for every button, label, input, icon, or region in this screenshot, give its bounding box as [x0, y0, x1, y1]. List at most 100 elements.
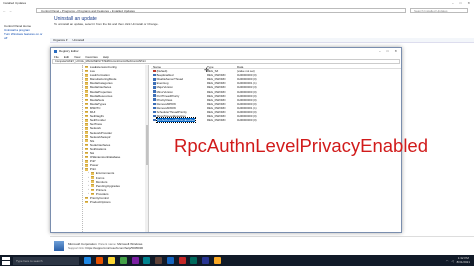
string-value-icon — [153, 69, 156, 73]
folder-icon — [91, 188, 95, 192]
menu-view[interactable]: View — [74, 55, 80, 59]
value-row[interactable]: RpcAuthnLevelPrivacyEnabled REG_DWORD 0x00… — [151, 117, 401, 124]
folder-icon — [85, 127, 89, 130]
back-icon[interactable]: ← — [3, 9, 6, 13]
dword-value-icon — [153, 94, 156, 97]
address-bar: ← → Control Panel › Programs › Programs … — [0, 7, 474, 14]
folder-icon — [85, 98, 89, 102]
column-data[interactable]: Data — [237, 65, 297, 69]
regedit-minimize-icon[interactable]: – — [379, 49, 381, 53]
dword-value-icon — [153, 98, 156, 101]
forward-icon[interactable]: → — [9, 9, 12, 13]
menu-file[interactable]: File — [54, 55, 59, 59]
folder-icon — [85, 196, 89, 200]
taskbar-app-icon[interactable] — [213, 257, 221, 264]
folder-icon — [85, 143, 89, 147]
value-data: 0x00000000 (0) — [237, 118, 257, 123]
taskbar-app-icon[interactable] — [84, 257, 92, 264]
key-tree[interactable]: › LsaExtensionConfig › Lsa › LsaInformation › M… — [52, 65, 149, 232]
regedit-maximize-icon[interactable]: □ — [387, 49, 389, 53]
volume-icon[interactable]: ◁ — [451, 259, 453, 263]
network-icon[interactable]: ◠ — [446, 259, 449, 263]
folder-icon — [85, 90, 89, 93]
dword-value-icon — [153, 110, 156, 114]
search-input[interactable]: Search Installed Updates — [410, 8, 468, 13]
folder-icon — [91, 176, 95, 179]
dword-value-icon — [153, 77, 156, 81]
system-tray: ◠ ◁ 1:32 PM 8/31/2021 — [446, 256, 474, 264]
tree-item-label: ProductOptions — [89, 200, 111, 205]
menu-edit[interactable]: Edit — [64, 55, 69, 59]
folder-icon — [85, 110, 89, 114]
support-link[interactable]: https://support.microsoft.com/help/50050… — [86, 246, 144, 250]
folder-icon — [85, 69, 89, 73]
folder-icon — [85, 106, 89, 110]
tree-item[interactable]: › ProductOptions — [52, 200, 148, 204]
taskbar-app-icon[interactable] — [202, 257, 210, 264]
taskbar-app-icon[interactable] — [119, 257, 127, 264]
taskbar-app-icon[interactable] — [178, 257, 186, 264]
maximize-icon[interactable]: □ — [460, 1, 462, 5]
tree-scrollbar[interactable] — [145, 65, 148, 232]
taskbar-search[interactable]: Type here to search — [13, 256, 79, 265]
folder-icon — [85, 164, 89, 167]
folder-icon — [85, 135, 89, 138]
dword-value-icon — [153, 102, 156, 106]
menu-help[interactable]: Help — [103, 55, 109, 59]
folder-icon — [85, 200, 89, 204]
organize-button[interactable]: Organize ▾ — [53, 38, 68, 42]
taskbar-app-icon[interactable] — [143, 257, 151, 264]
folder-icon — [85, 131, 89, 134]
registry-title: Registry Editor — [59, 49, 79, 53]
taskbar-app-icon[interactable] — [166, 257, 174, 264]
folder-icon — [85, 78, 89, 81]
dword-value-icon — [153, 90, 156, 93]
column-type[interactable]: Type — [207, 65, 237, 69]
column-name[interactable]: Name — [151, 65, 207, 69]
taskbar-app-icon[interactable] — [190, 257, 198, 264]
folder-icon — [91, 180, 95, 183]
folder-icon — [85, 168, 89, 171]
folder-icon — [85, 118, 89, 122]
taskbar-app-icon[interactable] — [107, 257, 115, 264]
clock[interactable]: 1:32 PM 8/31/2021 — [457, 256, 470, 264]
close-icon[interactable]: ✕ — [467, 1, 470, 5]
folder-icon — [91, 184, 95, 188]
folder-icon — [91, 192, 95, 196]
taskbar-app-icon[interactable] — [96, 257, 104, 264]
dword-value-icon — [153, 106, 156, 110]
folder-icon — [85, 159, 89, 163]
dword-value-icon — [153, 118, 156, 122]
address-path[interactable]: Control Panel › Programs › Programs and … — [36, 8, 406, 13]
folder-icon — [85, 65, 89, 69]
folder-icon — [85, 123, 89, 126]
sidebar-features-link[interactable]: Turn Windows features on or off — [4, 32, 46, 40]
dword-value-icon — [153, 86, 156, 89]
registry-address-bar[interactable]: Computer\HKEY_LOCAL_MACHINE\SYSTEM\Curre… — [52, 59, 400, 64]
minimize-icon[interactable]: – — [452, 1, 454, 5]
start-button[interactable] — [2, 256, 10, 265]
folder-icon — [85, 147, 89, 151]
regedit-close-icon[interactable]: ✕ — [394, 49, 397, 53]
dword-value-icon — [153, 82, 156, 85]
folder-icon — [85, 114, 89, 118]
folder-icon — [85, 151, 89, 155]
support-label: Support link: — [68, 245, 85, 250]
update-icon — [54, 240, 64, 251]
taskbar-app-icon[interactable] — [155, 257, 163, 264]
details-pane: Microsoft Corporation Parent name: Micro… — [50, 236, 474, 254]
dword-value-icon — [153, 73, 156, 77]
folder-icon — [85, 73, 89, 77]
toolbar: Organize ▾ Uninstall — [50, 38, 474, 43]
folder-icon — [85, 82, 89, 85]
folder-icon — [85, 139, 89, 143]
value-name: RpcAuthnLevelPrivacyEnabled — [155, 117, 197, 124]
uninstall-button[interactable]: Uninstall — [73, 38, 85, 42]
folder-icon — [85, 155, 89, 159]
folder-icon — [85, 94, 89, 97]
taskbar: Type here to search ◠ ◁ 1:32 PM 8/31/202… — [0, 255, 474, 266]
menu-favorites[interactable]: Favorites — [85, 55, 97, 59]
dword-value-icon — [153, 114, 156, 118]
folder-icon — [85, 86, 89, 89]
taskbar-app-icon[interactable] — [131, 257, 139, 264]
